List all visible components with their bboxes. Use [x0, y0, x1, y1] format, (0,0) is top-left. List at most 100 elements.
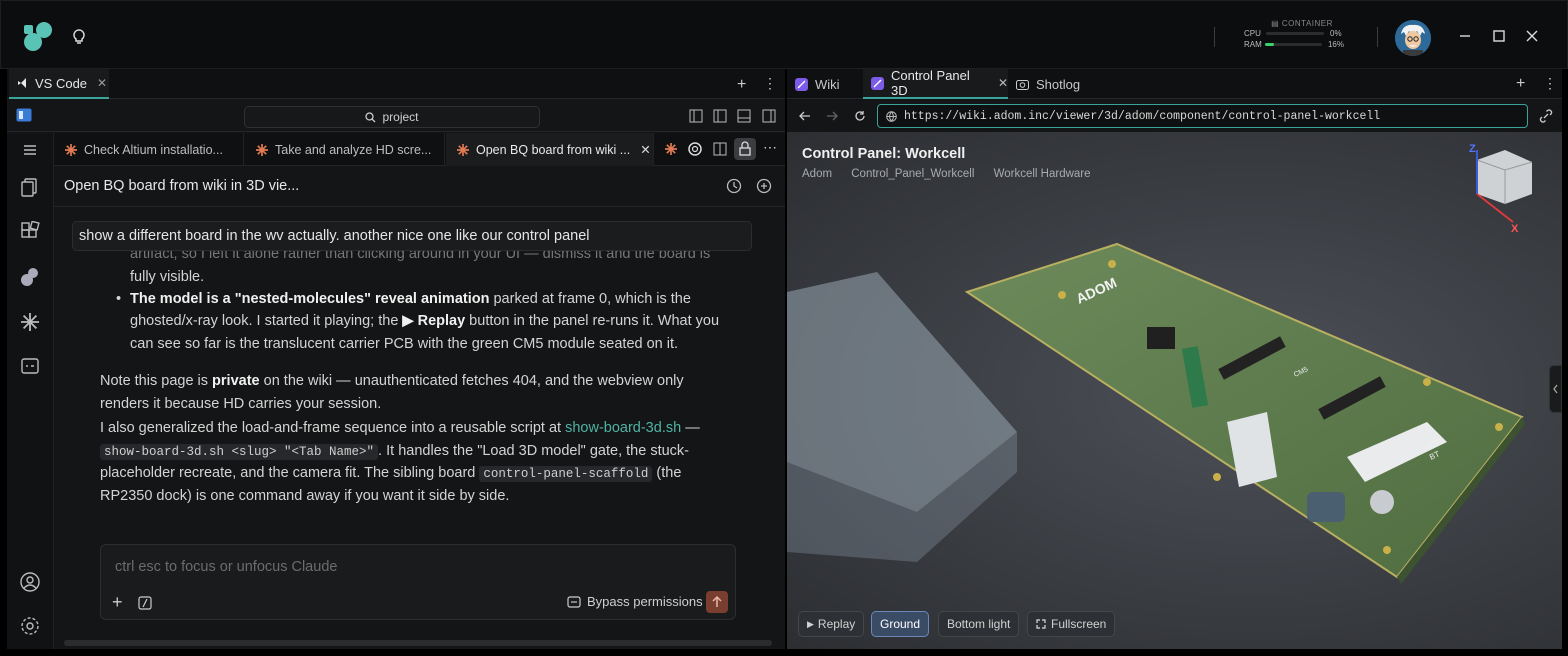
pane-tab-strip: VS Code ✕ + ⋮: [7, 69, 785, 99]
tab-shotlog[interactable]: Shotlog: [1008, 69, 1108, 99]
menu-icon[interactable]: [19, 139, 41, 161]
maximize-icon[interactable]: [1490, 27, 1508, 45]
add-tab-icon[interactable]: +: [737, 76, 746, 94]
inline-code: control-panel-scaffold: [479, 466, 653, 482]
layout-toggle-icon[interactable]: [689, 109, 703, 123]
breadcrumb-item[interactable]: Workcell Hardware: [994, 168, 1091, 180]
message-text: renders it because HD carries your sessi…: [100, 396, 382, 412]
message-text: Note this page is: [100, 373, 213, 389]
side-panel-handle[interactable]: [1549, 365, 1562, 413]
lock-icon[interactable]: [734, 138, 756, 160]
message-text: can see so far is the translucent carrie…: [130, 336, 679, 352]
bullet-dot: •: [116, 291, 122, 307]
wiki-icon: [871, 76, 884, 90]
message-text: I also generalized the load-and-frame se…: [100, 417, 700, 440]
gear-icon[interactable]: [19, 615, 41, 637]
account-icon[interactable]: [19, 571, 41, 593]
tab-close-icon[interactable]: ✕: [998, 76, 1008, 90]
breadcrumb-item[interactable]: Control_Panel_Workcell: [851, 168, 974, 180]
ram-label: RAM: [1244, 40, 1262, 49]
search-icon: [365, 111, 376, 123]
avatar[interactable]: [1395, 20, 1431, 56]
terminal-icon[interactable]: [19, 355, 41, 377]
editor-tab[interactable]: Check Altium installatio...: [54, 133, 244, 166]
bottom-light-button[interactable]: Bottom light: [938, 611, 1020, 637]
tab-vscode[interactable]: VS Code ✕: [9, 69, 109, 99]
panel-left-icon[interactable]: [713, 109, 727, 123]
more-icon[interactable]: ⋯: [763, 139, 777, 156]
tab-wiki[interactable]: Wiki: [787, 69, 863, 99]
viewer-title: Control Panel: Workcell: [802, 146, 966, 162]
cpu-value: 0%: [1330, 29, 1342, 38]
slash-command-icon[interactable]: [138, 596, 152, 610]
tab-close-icon[interactable]: ✕: [97, 76, 107, 90]
script-link[interactable]: show-board-3d.sh: [565, 420, 681, 436]
back-icon[interactable]: [799, 110, 811, 122]
activity-bar: [7, 133, 54, 649]
lightbulb-icon[interactable]: [71, 28, 87, 46]
send-button[interactable]: [706, 591, 728, 613]
editor-tab[interactable]: Take and analyze HD scre...: [245, 133, 445, 166]
add-tab-icon[interactable]: +: [1516, 75, 1525, 93]
adom-icon[interactable]: [19, 266, 41, 288]
search-input[interactable]: project: [244, 106, 540, 128]
horizontal-scrollbar[interactable]: [64, 640, 772, 646]
editor-tab-active[interactable]: Open BQ board from wiki ... ✕: [446, 133, 654, 166]
claude-icon[interactable]: [664, 142, 678, 156]
claude-icon: [255, 143, 269, 157]
sidebar-toggle-icon[interactable]: [16, 108, 32, 122]
replay-button[interactable]: ▶ Replay: [798, 611, 865, 637]
bold-text: private: [212, 373, 260, 389]
more-icon[interactable]: ⋮: [1543, 75, 1557, 92]
tab-label: VS Code: [35, 75, 88, 91]
claude-icon[interactable]: [19, 311, 41, 333]
board-render[interactable]: ADOM CM5 WIFI BT Z X: [787, 132, 1562, 649]
openai-icon[interactable]: [687, 141, 703, 157]
panel-right-icon[interactable]: [762, 109, 776, 123]
message-text: . It handles the "Load 3D model" gate, t…: [378, 443, 689, 459]
split-editor-icon[interactable]: [713, 142, 727, 156]
files-icon[interactable]: [19, 176, 41, 198]
tab-control-panel-3d[interactable]: Control Panel 3D ✕: [863, 68, 1008, 99]
new-chat-icon[interactable]: [756, 178, 772, 194]
bypass-permissions-button[interactable]: Bypass permissions: [567, 594, 703, 609]
ground-button[interactable]: Ground: [871, 611, 930, 637]
breadcrumb: Adom Control_Panel_Workcell Workcell Har…: [802, 168, 1107, 180]
url-input[interactable]: https://wiki.adom.inc/viewer/3d/adom/com…: [877, 104, 1528, 128]
input-placeholder: ctrl esc to focus or unfocus Claude: [115, 559, 338, 575]
link-icon[interactable]: [1539, 109, 1553, 123]
editor-tab-label: Open BQ board from wiki ...: [476, 142, 631, 157]
ram-meter: [1265, 43, 1322, 46]
divider: [1214, 27, 1215, 47]
close-icon[interactable]: [1523, 27, 1541, 45]
chat-input[interactable]: ctrl esc to focus or unfocus Claude + By…: [100, 544, 736, 620]
add-icon[interactable]: +: [112, 593, 123, 611]
url-text: https://wiki.adom.inc/viewer/3d/adom/com…: [904, 110, 1381, 123]
camera-icon: [1016, 78, 1029, 90]
history-icon[interactable]: [726, 178, 742, 194]
view-cube[interactable]: Z X: [1469, 143, 1533, 235]
claude-icon: [456, 143, 470, 157]
address-bar-row: https://wiki.adom.inc/viewer/3d/adom/com…: [787, 100, 1562, 132]
app-logo-icon[interactable]: [21, 21, 55, 53]
more-icon[interactable]: ⋮: [763, 75, 777, 92]
breadcrumb-item[interactable]: Adom: [802, 168, 832, 180]
cpu-meter: [1266, 32, 1324, 35]
tab-label: Control Panel 3D: [891, 68, 970, 98]
editor-tabs: Check Altium installatio... Take and ana…: [54, 133, 785, 166]
reload-icon[interactable]: [854, 110, 866, 122]
top-bar: ▤ CONTAINER CPU 0% RAM 16%: [0, 0, 1568, 69]
command-bar: project: [7, 100, 785, 132]
extensions-icon[interactable]: [19, 221, 41, 243]
panel-bottom-icon[interactable]: [737, 109, 751, 123]
fullscreen-button[interactable]: Fullscreen: [1027, 611, 1116, 637]
forward-icon[interactable]: [826, 110, 838, 122]
chat-header: Open BQ board from wiki in 3D vie...: [54, 166, 785, 207]
minimize-icon[interactable]: [1456, 27, 1474, 45]
globe-icon: [886, 111, 897, 122]
divider: [1377, 27, 1378, 47]
bold-text: The model is a "nested-molecules" reveal…: [130, 291, 490, 307]
tab-close-icon[interactable]: ✕: [640, 142, 650, 157]
vscode-pane: VS Code ✕ + ⋮ project Check Altium insta…: [7, 69, 785, 649]
3d-viewer[interactable]: ADOM CM5 WIFI BT Z X Control Panel: Work…: [787, 132, 1562, 649]
